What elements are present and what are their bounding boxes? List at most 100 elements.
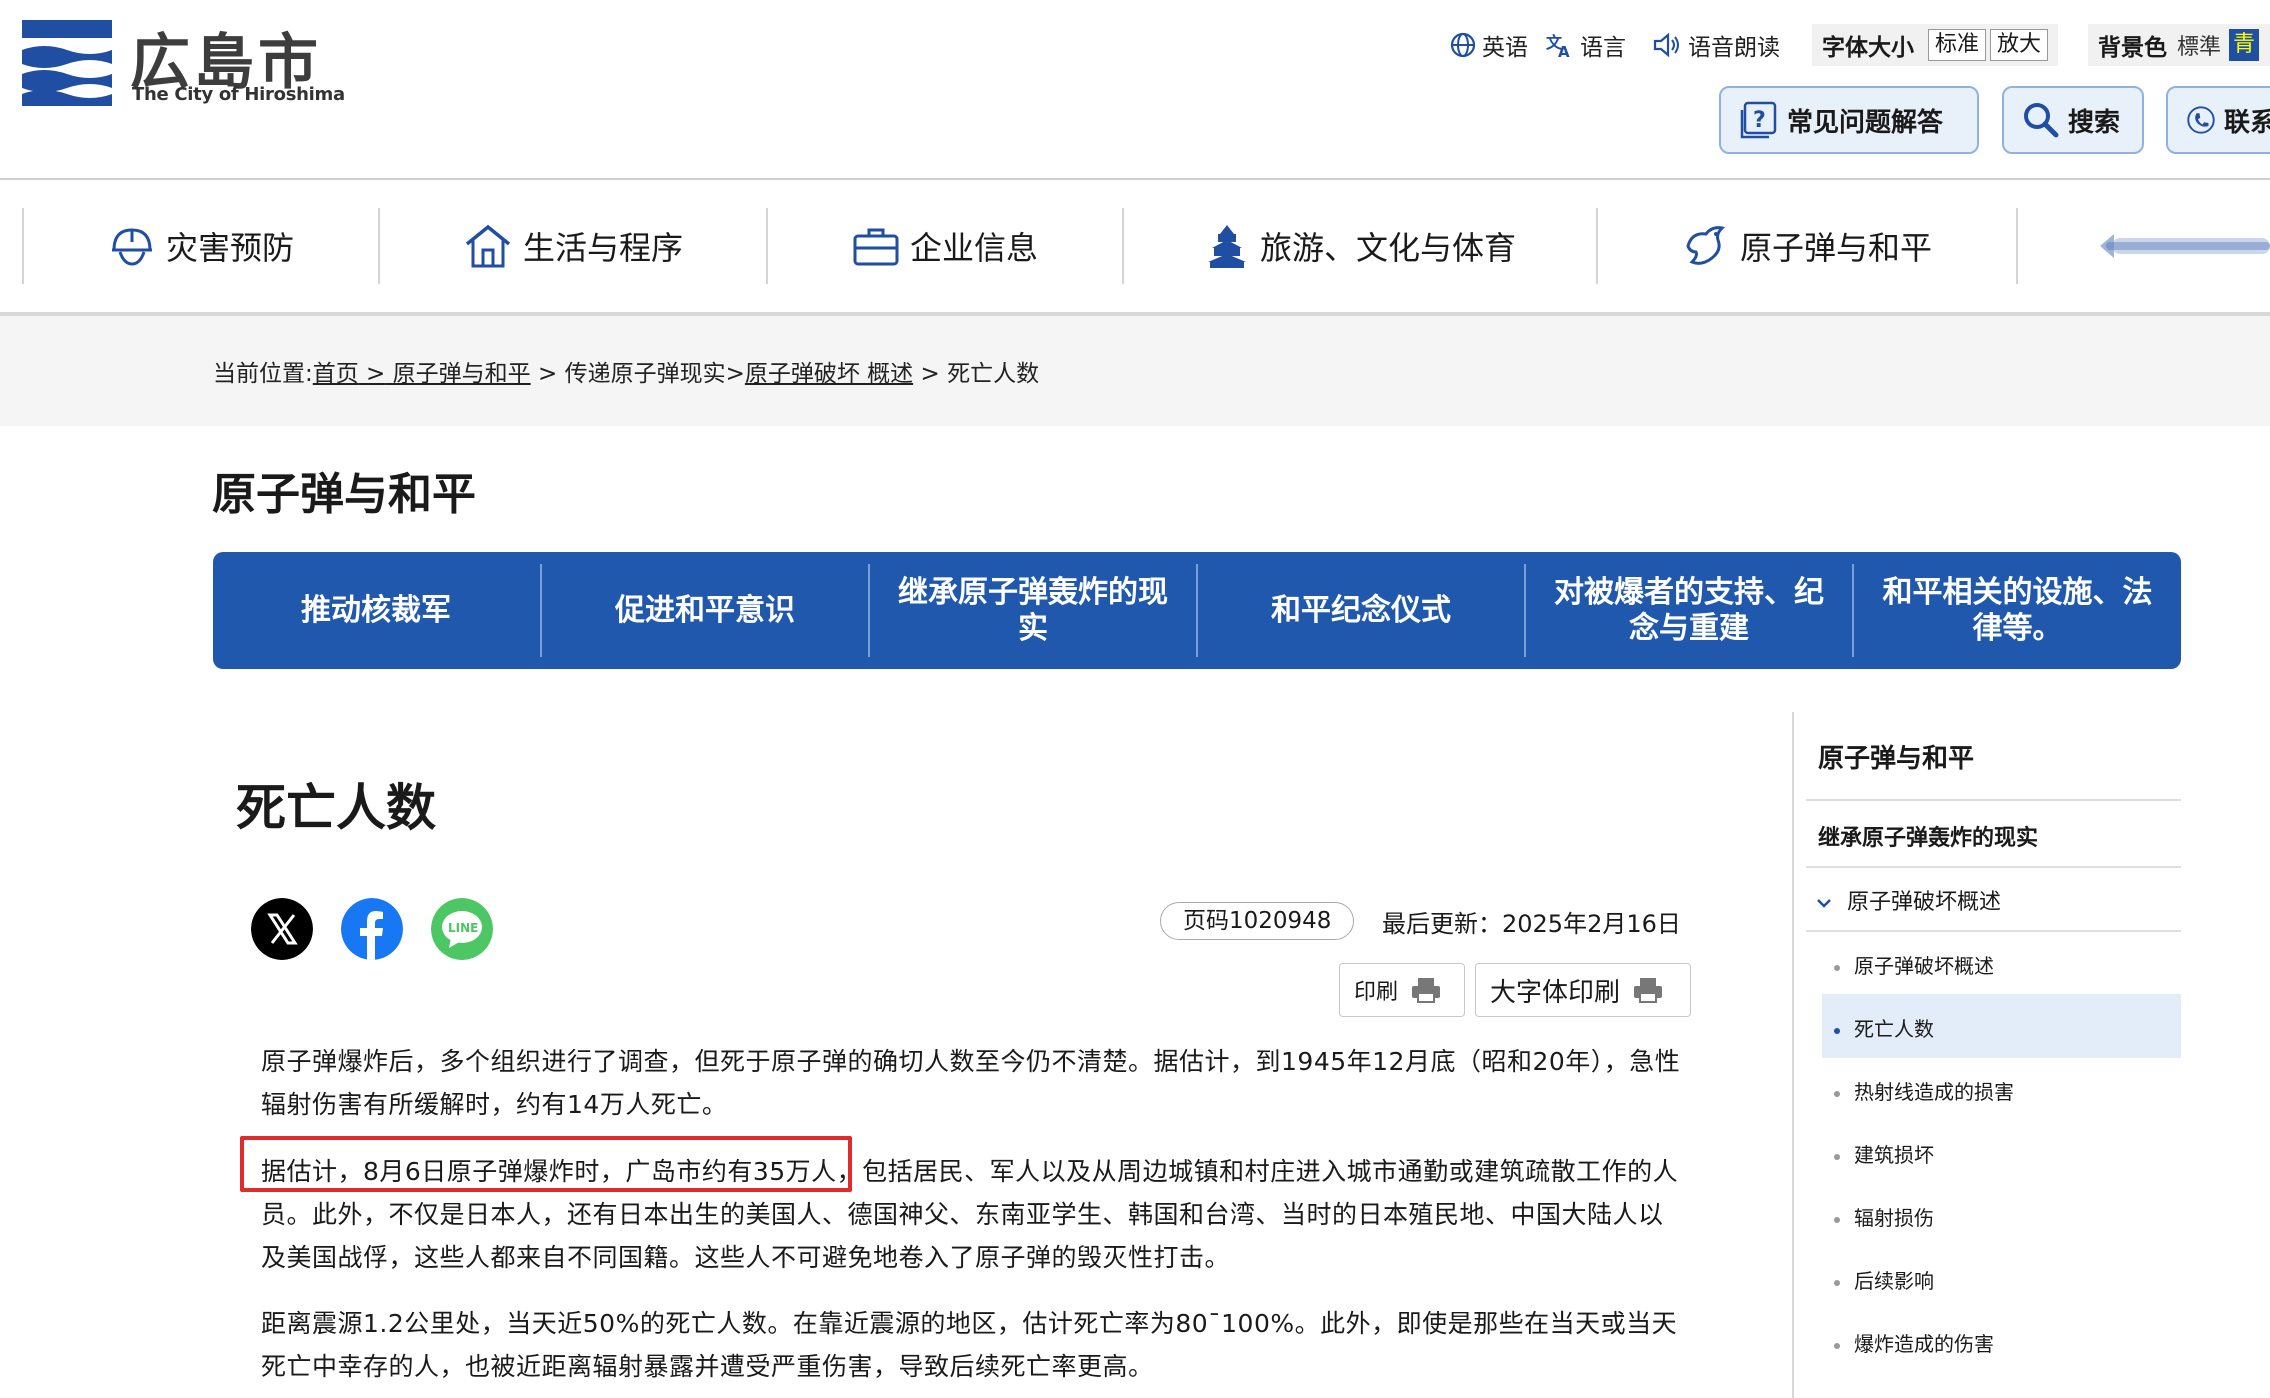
large-print-button[interactable]: 大字体印刷 <box>1475 963 1691 1017</box>
print-label: 印刷 <box>1354 980 1399 1005</box>
faq-label: 常见问题解答 <box>1787 107 1944 138</box>
sidebar-item[interactable]: 后续影响 <box>1806 1265 2181 1294</box>
paragraph-1: 原子弹爆炸后，多个组织进行了调查，但死于原子弹的确切人数至今仍不清楚。据估计，到… <box>261 1047 1681 1119</box>
dove-icon <box>1686 226 1726 265</box>
breadcrumb-atomic[interactable]: 原子弹与和平 <box>385 361 531 387</box>
house-icon <box>465 224 511 268</box>
sidebar-item-label: 后续影响 <box>1854 1269 1934 1293</box>
blurred-icon <box>2100 234 2270 258</box>
nav-label: 旅游、文化与体育 <box>1259 229 1516 267</box>
breadcrumb-convey[interactable]: 传递原子弹现实> <box>565 361 745 387</box>
subnav-facilities-laws[interactable]: 和平相关的设施、法律等。 <box>1854 552 2181 669</box>
breadcrumb-overview[interactable]: 原子弹破坏 概述 <box>745 361 913 387</box>
font-size-label: 字体大小 <box>1822 35 1914 61</box>
bullet-icon <box>1834 1279 1840 1286</box>
printer-icon <box>1412 978 1441 1003</box>
line-share-icon[interactable]: LINE <box>431 898 493 960</box>
bg-standard-button[interactable]: 標準 <box>2177 29 2221 61</box>
sidebar-item[interactable]: 辐射损伤 <box>1806 1202 2181 1231</box>
sidebar-item[interactable]: 热射线造成的损害 <box>1806 1076 2181 1105</box>
sidebar-item-active[interactable]: 死亡人数 <box>1806 1013 2181 1042</box>
english-link[interactable]: 英语 <box>1450 28 1528 62</box>
facebook-share-icon[interactable] <box>341 898 403 960</box>
language-link[interactable]: 文A 语言 <box>1546 28 1626 62</box>
highlight-annotation-box <box>240 1136 852 1192</box>
contact-label: 联系 <box>2223 107 2270 138</box>
sidebar-item-label: 死亡人数 <box>1854 1017 1934 1041</box>
sidebar-item-label: 热射线造成的损害 <box>1854 1080 2014 1104</box>
search-icon <box>2024 103 2059 138</box>
sidebar-title[interactable]: 原子弹与和平 <box>1818 738 1974 775</box>
font-size-control: 字体大小 标准 放大 <box>1812 24 2058 66</box>
chevron-down-icon <box>1817 899 1831 908</box>
castle-icon <box>1207 225 1246 268</box>
font-standard-button[interactable]: 标准 <box>1928 29 1987 61</box>
question-icon: ? <box>1740 101 1777 139</box>
helmet-icon <box>111 228 152 266</box>
english-label: 英语 <box>1482 35 1528 61</box>
sidebar-item[interactable]: 爆炸造成的伤害 <box>1806 1328 2181 1357</box>
nav-disaster[interactable]: 灾害预防 <box>24 206 378 286</box>
breadcrumb-current: 死亡人数 <box>947 361 1040 387</box>
sidebar-separator <box>1806 799 2181 801</box>
nav-label: 原子弹与和平 <box>1739 229 1932 267</box>
logo-text-en[interactable]: The City of Hiroshima <box>132 84 345 105</box>
translate-icon: 文A <box>1546 33 1570 58</box>
svg-text:?: ? <box>1753 108 1766 133</box>
nav-label: 企业信息 <box>909 229 1038 267</box>
page-id-badge: 页码1020948 <box>1160 902 1355 940</box>
sidebar-item[interactable]: 原子弹破坏概述 <box>1806 950 2181 979</box>
page-title: 死亡人数 <box>236 779 436 837</box>
search-button[interactable]: 搜索 <box>2002 86 2144 154</box>
svg-text:LINE: LINE <box>448 921 478 935</box>
breadcrumb-gt[interactable]: > <box>359 361 385 387</box>
sidebar-divider <box>1792 712 1794 1398</box>
nav-more-blurred[interactable] <box>2096 228 2270 264</box>
x-share-icon[interactable] <box>251 898 313 960</box>
sidebar-section[interactable]: 继承原子弹轰炸的现实 <box>1806 820 2181 852</box>
sidebar-separator <box>1806 930 2181 932</box>
nav-label: 灾害预防 <box>165 229 294 267</box>
breadcrumb-separator: > <box>530 361 565 387</box>
sidebar-separator <box>1806 866 2181 868</box>
sidebar-item[interactable]: 建筑损坏 <box>1806 1139 2181 1168</box>
sidebar-group[interactable]: 原子弹破坏概述 <box>1806 884 2181 916</box>
bullet-icon <box>1834 1216 1840 1223</box>
language-label: 语言 <box>1580 35 1626 61</box>
subnav-inherit-reality[interactable]: 继承原子弹轰炸的现实 <box>870 552 1196 669</box>
breadcrumb-home[interactable]: 首页 <box>313 361 359 387</box>
bg-color-control: 背景色 標準 青 <box>2088 24 2270 66</box>
globe-icon <box>1450 32 1476 58</box>
read-aloud-label: 语音朗读 <box>1688 35 1780 61</box>
bg-blue-button[interactable]: 青 <box>2229 29 2260 61</box>
section-nav: 推动核裁军 促进和平意识 继承原子弹轰炸的现实 和平纪念仪式 对被爆者的支持、纪… <box>213 552 2181 669</box>
last-updated: 最后更新：2025年2月16日 <box>1382 910 1681 938</box>
header-divider <box>0 178 2270 180</box>
print-button[interactable]: 印刷 <box>1339 963 1465 1017</box>
sidebar-item-label: 建筑损坏 <box>1854 1143 1934 1167</box>
subnav-awareness[interactable]: 促进和平意识 <box>542 552 868 669</box>
nav-business[interactable]: 企业信息 <box>768 206 1122 286</box>
subnav-hibakusha-support[interactable]: 对被爆者的支持、纪念与重建 <box>1526 552 1852 669</box>
sidebar-item-label: 原子弹破坏概述 <box>1854 954 1994 978</box>
faq-button[interactable]: ? 常见问题解答 <box>1719 86 1979 154</box>
read-aloud-link[interactable]: 语音朗读 <box>1652 28 1780 62</box>
city-logo-icon[interactable] <box>22 20 112 106</box>
nav-living[interactable]: 生活与程序 <box>380 206 766 286</box>
breadcrumb-separator: > <box>913 361 948 387</box>
nav-atomic-peace[interactable]: 原子弹与和平 <box>1598 206 2016 286</box>
contact-button[interactable]: 联系 <box>2166 86 2270 154</box>
sidebar-item-label: 爆炸造成的伤害 <box>1854 1332 1994 1356</box>
bullet-icon <box>1834 1342 1840 1349</box>
font-large-button[interactable]: 放大 <box>1990 29 2049 61</box>
svg-text:A: A <box>1558 43 1570 58</box>
section-title: 原子弹与和平 <box>212 469 476 520</box>
nav-tourism[interactable]: 旅游、文化与体育 <box>1124 206 1596 286</box>
bullet-icon <box>1834 1153 1840 1160</box>
bullet-icon <box>1834 1090 1840 1097</box>
large-print-label: 大字体印刷 <box>1490 977 1621 1008</box>
subnav-ceremony[interactable]: 和平纪念仪式 <box>1198 552 1524 669</box>
paragraph-3: 距离震源1.2公里处，当天近50%的死亡人数。在靠近震源的地区，估计死亡率为80… <box>261 1309 1678 1381</box>
nav-separator <box>2016 208 2018 284</box>
subnav-disarmament[interactable]: 推动核裁军 <box>213 552 539 669</box>
